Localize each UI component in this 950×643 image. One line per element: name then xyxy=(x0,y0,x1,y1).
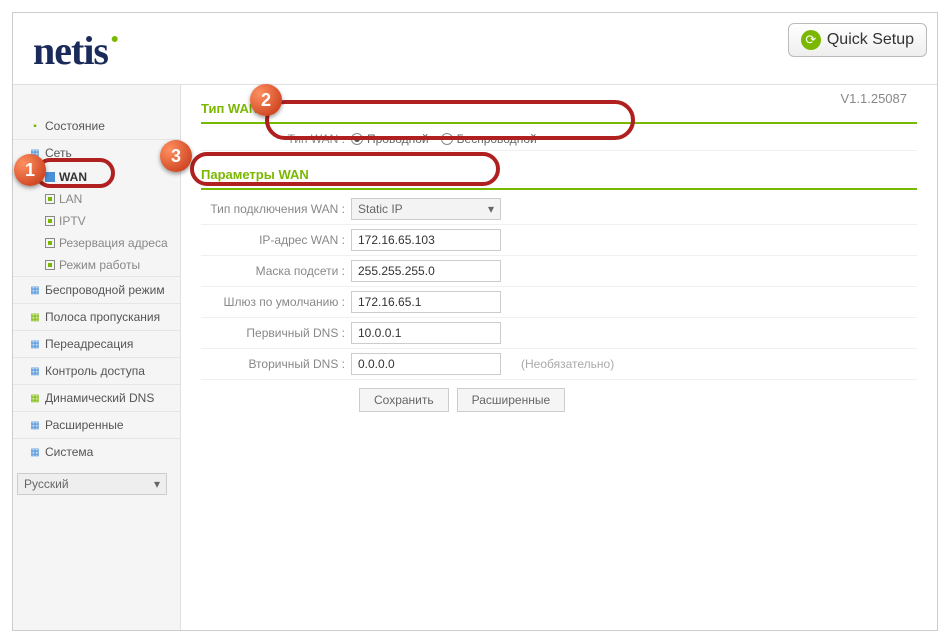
optional-label: (Необязательно) xyxy=(521,357,614,371)
brand-logo: netis˙ xyxy=(33,27,120,74)
chevron-down-icon: ▾ xyxy=(488,202,494,216)
grid-icon: ▦ xyxy=(29,446,41,458)
conn-type-select[interactable]: Static IP▾ xyxy=(351,198,501,220)
dns2-input[interactable] xyxy=(351,353,501,375)
conn-type-label: Тип подключения WAN : xyxy=(201,202,351,216)
gw-label: Шлюз по умолчанию : xyxy=(201,295,351,309)
sidebar: ▪Состояние ▦Сеть WAN LAN IPTV Резервация… xyxy=(13,85,181,630)
refresh-icon: ⟳ xyxy=(801,30,821,50)
sidebar-item-advanced[interactable]: ▦Расширенные xyxy=(13,411,180,438)
quick-setup-label: Quick Setup xyxy=(827,31,914,49)
mask-input[interactable] xyxy=(351,260,501,282)
grid-icon: ▦ xyxy=(29,147,41,159)
grid-icon: ▦ xyxy=(29,284,41,296)
square-icon: ▪ xyxy=(29,120,41,132)
advanced-button[interactable]: Расширенные xyxy=(457,388,566,412)
mask-label: Маска подсети : xyxy=(201,264,351,278)
ip-input[interactable] xyxy=(351,229,501,251)
square-icon xyxy=(45,238,55,248)
dns1-label: Первичный DNS : xyxy=(201,326,351,340)
sidebar-sub-iptv[interactable]: IPTV xyxy=(13,210,180,232)
save-button[interactable]: Сохранить xyxy=(359,388,449,412)
grid-icon: ▦ xyxy=(29,338,41,350)
sidebar-item-network[interactable]: ▦Сеть xyxy=(13,139,180,166)
grid-icon: ▦ xyxy=(29,392,41,404)
main-content: Тип WAN Тип WAN : Проводной Беспроводной… xyxy=(181,85,937,630)
radio-icon xyxy=(441,133,453,145)
square-icon xyxy=(45,260,55,270)
wan-type-label: Тип WAN : xyxy=(201,132,351,146)
sidebar-sub-wan[interactable]: WAN xyxy=(13,166,180,188)
square-icon xyxy=(45,194,55,204)
grid-icon: ▦ xyxy=(29,311,41,323)
sidebar-sub-dhcp-reserve[interactable]: Резервация адреса xyxy=(13,232,180,254)
sidebar-item-access[interactable]: ▦Контроль доступа xyxy=(13,357,180,384)
sidebar-sub-opmode[interactable]: Режим работы xyxy=(13,254,180,276)
sidebar-item-status[interactable]: ▪Состояние xyxy=(13,113,180,139)
square-icon xyxy=(45,172,55,182)
radio-wired[interactable]: Проводной xyxy=(351,132,429,146)
grid-icon: ▦ xyxy=(29,419,41,431)
ip-label: IP-адрес WAN : xyxy=(201,233,351,247)
dns1-input[interactable] xyxy=(351,322,501,344)
square-icon xyxy=(45,216,55,226)
section-wan-type-title: Тип WAN xyxy=(201,95,917,124)
sidebar-item-wireless[interactable]: ▦Беспроводной режим xyxy=(13,276,180,303)
radio-wireless[interactable]: Беспроводной xyxy=(441,132,537,146)
chevron-down-icon: ▾ xyxy=(154,477,160,491)
sidebar-item-system[interactable]: ▦Система xyxy=(13,438,180,465)
sidebar-sub-lan[interactable]: LAN xyxy=(13,188,180,210)
gw-input[interactable] xyxy=(351,291,501,313)
sidebar-item-forwarding[interactable]: ▦Переадресация xyxy=(13,330,180,357)
quick-setup-button[interactable]: ⟳ Quick Setup xyxy=(788,23,927,57)
grid-icon: ▦ xyxy=(29,365,41,377)
language-select[interactable]: Русский▾ xyxy=(17,473,167,495)
sidebar-item-ddns[interactable]: ▦Динамический DNS xyxy=(13,384,180,411)
dns2-label: Вторичный DNS : xyxy=(201,357,351,371)
sidebar-item-bandwidth[interactable]: ▦Полоса пропускания xyxy=(13,303,180,330)
radio-icon xyxy=(351,133,363,145)
section-wan-params-title: Параметры WAN xyxy=(201,161,917,190)
